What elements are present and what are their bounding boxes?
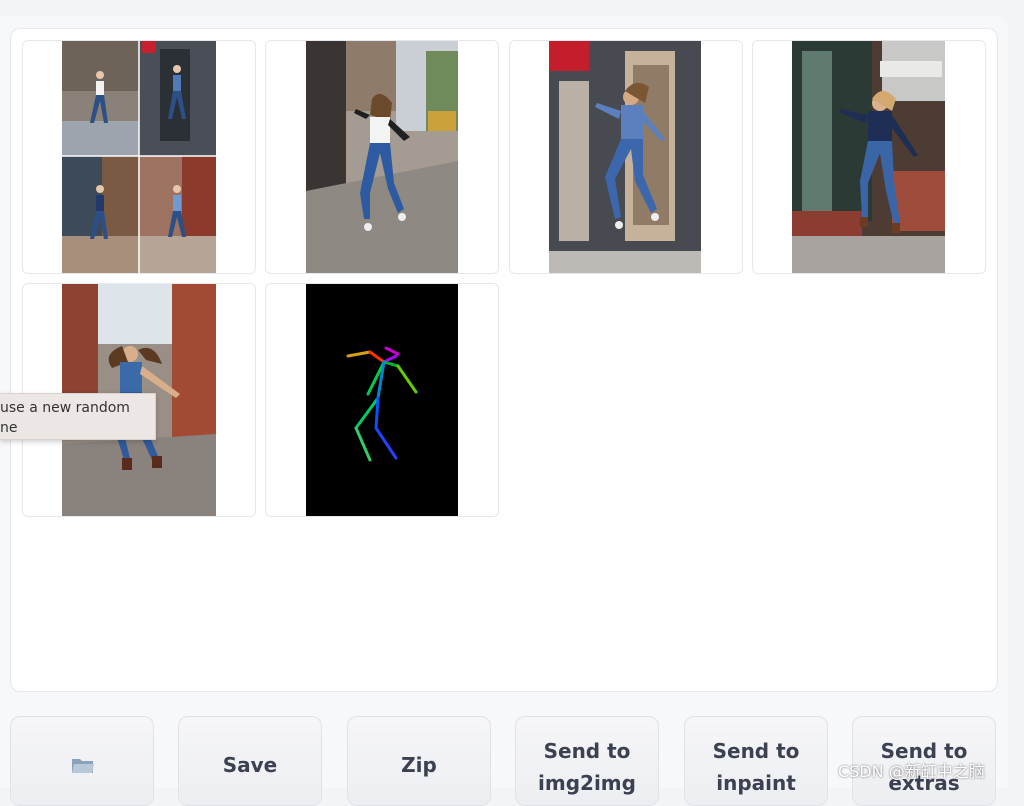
watermark: CSDN @新缸中之脑 [838,762,985,781]
send-to-inpaint-label-2: inpaint [716,771,796,795]
save-button-label: Save [222,753,278,777]
photo-image [306,41,458,273]
send-to-img2img-button[interactable]: Send to img2img [515,716,659,806]
send-to-img2img-label-2: img2img [538,771,636,795]
send-to-inpaint-button[interactable]: Send to inpaint [684,716,828,806]
tooltip-line-1: use a new random [0,400,130,416]
send-to-img2img-label-1: Send to [543,739,631,763]
zip-button-label: Zip [401,753,437,777]
photo-image [549,41,701,273]
gallery-thumb-grid[interactable] [22,40,256,274]
open-folder-button[interactable] [10,716,154,806]
gallery-thumb-pose[interactable] [265,283,499,517]
photo-image [792,41,945,273]
gallery-thumb-2[interactable] [265,40,499,274]
gallery-thumb-3[interactable] [509,40,743,274]
image-gallery [10,28,998,692]
save-button[interactable]: Save [178,716,322,806]
folder-icon [72,759,94,773]
zip-button[interactable]: Zip [347,716,491,806]
send-to-inpaint-label-1: Send to [712,739,800,763]
gallery-thumb-4[interactable] [752,40,986,274]
grid-image [62,41,216,273]
tooltip-line-2: ne [0,420,18,436]
random-seed-tooltip: use a new random ne [0,393,156,440]
pose-skeleton-image [306,284,458,516]
